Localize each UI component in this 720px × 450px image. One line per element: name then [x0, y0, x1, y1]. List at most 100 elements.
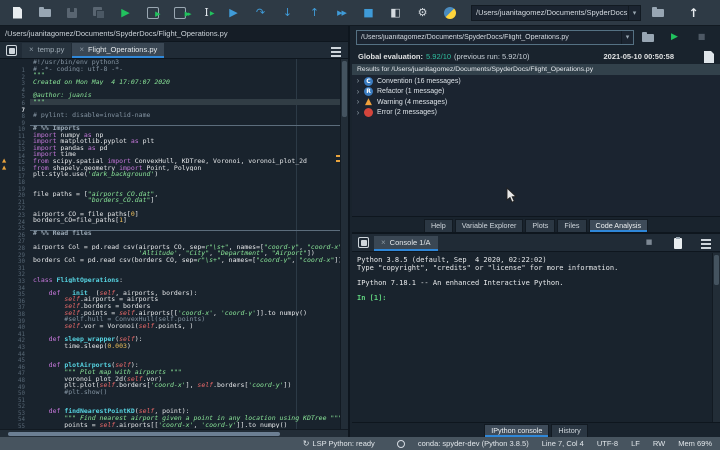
code-line[interactable]: 24 airports_CO = file_paths[0] — [0, 211, 343, 226]
chevron-right-icon[interactable]: › — [352, 97, 364, 107]
stop-analysis-icon[interactable]: ■ — [694, 30, 709, 45]
code-line[interactable]: 56 points = self.airports[['coord-x', 'c… — [0, 422, 343, 429]
scrollbar-thumb[interactable] — [8, 431, 280, 436]
pane-tab-variable-explorer[interactable]: Variable Explorer — [454, 219, 524, 232]
code-line[interactable]: 1 #!/usr/bin/env python3 — [0, 59, 343, 74]
continue-debug-icon[interactable]: ▶▶ — [334, 5, 350, 21]
code-line[interactable]: 41 self.vor = Voronoi(self.points, ) — [0, 323, 343, 338]
code-line[interactable]: 19 — [0, 178, 343, 193]
close-icon[interactable]: × — [29, 45, 34, 54]
code-line[interactable]: 7 """ — [0, 98, 343, 114]
python-path-icon[interactable] — [442, 5, 458, 21]
code-line[interactable]: 20 — [0, 184, 343, 199]
code-line[interactable]: 40 #self.hull = ConvexHull(self.points) — [0, 316, 343, 331]
code-line[interactable]: 3 """ — [0, 72, 343, 87]
eol-status[interactable]: LF — [631, 439, 640, 448]
cursor-position[interactable]: Line 7, Col 4 — [542, 439, 584, 448]
code-line[interactable]: 13 import matplotlib.pyplot as plt — [0, 138, 343, 153]
code-line[interactable]: 21 file_paths = ["airports_CO.dat", — [0, 191, 343, 206]
code-line[interactable]: 2 # -*- coding: utf-8 -*- — [0, 66, 343, 81]
code-line[interactable]: 36 def __init__(self, airports, borders)… — [0, 290, 343, 305]
new-file-icon[interactable] — [10, 5, 26, 21]
code-line[interactable]: 49 voronoi_plot_2d(self.vor) — [0, 376, 343, 391]
pane-tab-history[interactable]: History — [551, 424, 588, 437]
code-line[interactable]: 47 def plotAirports(self): — [0, 362, 343, 377]
report-document-icon[interactable] — [704, 51, 714, 63]
debug-file-icon[interactable]: ▶ — [226, 5, 242, 21]
maximize-pane-icon[interactable]: ◧ — [388, 5, 404, 21]
warning-flag[interactable] — [336, 160, 340, 162]
code-line[interactable]: 39 self.points = self.airports[['coord-x… — [0, 310, 343, 325]
analysis-browse-icon[interactable] — [640, 30, 655, 45]
tree-item-convention[interactable]: › C Convention (16 messages) — [352, 76, 720, 87]
stop-debug-icon[interactable]: ■ — [361, 5, 377, 21]
save-all-icon[interactable] — [91, 5, 107, 21]
working-directory-combo[interactable]: /Users/juanitagomez/Documents/SpyderDocs… — [471, 4, 641, 21]
code-editor[interactable]: 1 #!/usr/bin/env python3 2 # -*- coding: ut… — [0, 59, 348, 429]
run-selection-icon[interactable] — [199, 5, 215, 22]
open-file-icon[interactable] — [37, 5, 53, 21]
pane-tab-plots[interactable]: Plots — [525, 219, 556, 232]
chevron-down-icon[interactable]: ▾ — [628, 5, 640, 20]
browse-tabs-icon[interactable] — [4, 43, 18, 57]
code-line[interactable]: 8 — [0, 105, 343, 120]
run-file-icon[interactable]: ▶ — [118, 5, 134, 21]
lsp-status[interactable]: ↻ LSP Python: ready — [303, 439, 375, 448]
code-line[interactable]: 54 def findNearestPointKD(self, point): — [0, 408, 343, 423]
interpreter-status[interactable]: conda: spyder-dev (Python 3.8.5) — [388, 436, 529, 450]
editor-vertical-scrollbar[interactable] — [340, 59, 348, 429]
code-line[interactable]: 29 airports_Col = pd.read_csv(airports_CO… — [0, 244, 343, 259]
code-line[interactable]: 15 import time — [0, 151, 343, 166]
code-line[interactable]: 46 — [0, 356, 343, 371]
code-line[interactable]: 9 # pylint: disable=invalid-name — [0, 112, 343, 127]
run-cell-icon[interactable] — [145, 5, 161, 22]
code-line[interactable]: 28 — [0, 237, 343, 252]
code-line[interactable]: 48 """ Plot map with airports """ — [0, 369, 343, 384]
chevron-down-icon[interactable]: ▾ — [621, 30, 633, 44]
code-line[interactable]: 45 — [0, 349, 343, 364]
code-line[interactable]: 10 — [0, 118, 343, 133]
encoding[interactable]: UTF-8 — [597, 439, 618, 448]
console-scrollbar[interactable] — [712, 253, 720, 422]
tree-item-warning[interactable]: › ▲ Warning (4 messages) — [352, 97, 720, 108]
code-line[interactable]: 27 # %% Read files — [0, 230, 343, 245]
readwrite-status[interactable]: RW — [653, 439, 665, 448]
code-line[interactable]: 25 borders_CO=file_paths[1] — [0, 217, 343, 232]
chevron-right-icon[interactable]: › — [352, 87, 364, 97]
console-output[interactable]: Python 3.8.5 (default, Sep 4 2020, 02:22… — [352, 253, 713, 422]
scrollbar-thumb[interactable] — [342, 61, 347, 117]
code-line[interactable]: 18 plt.style.use('dark_background') — [0, 171, 343, 186]
tree-item-error[interactable]: › Error (2 messages) — [352, 108, 720, 119]
browse-workdir-icon[interactable] — [650, 5, 666, 21]
code-line[interactable]: 34 class FlightOperations: — [0, 277, 343, 292]
inspect-object-icon[interactable] — [670, 235, 684, 249]
code-line[interactable]: 23 — [0, 204, 343, 219]
console-options-menu-icon[interactable] — [698, 235, 712, 249]
code-line[interactable]: 30 'Altitude', "City", "Department", "Ai… — [0, 250, 343, 265]
step-out-icon[interactable]: ↑ — [307, 5, 323, 21]
code-line[interactable]: 11 # %% Imports — [0, 125, 343, 140]
code-line[interactable]: 35 — [0, 283, 343, 298]
analysis-file-combo[interactable]: /Users/juanitagomez/Documents/SpyderDocs… — [356, 29, 634, 45]
close-icon[interactable]: × — [381, 238, 386, 247]
code-line[interactable]: 5 — [0, 85, 343, 100]
warning-flag[interactable] — [336, 155, 340, 157]
code-line[interactable]: 37 self.airports = airports — [0, 296, 343, 311]
run-cell-advance-icon[interactable] — [172, 5, 190, 22]
code-line[interactable]: 43 def sleep_wrapper(self): — [0, 336, 343, 351]
tree-item-refactor[interactable]: › R Refactor (1 message) — [352, 87, 720, 98]
editor-options-menu-icon[interactable] — [328, 43, 342, 57]
code-line[interactable]: ▲ 17 from shapely.geometry import Point, P… — [0, 165, 343, 180]
code-line[interactable]: 12 import numpy as np — [0, 132, 343, 147]
editor-horizontal-scrollbar[interactable] — [0, 429, 348, 437]
code-line[interactable]: ▲ 16 from scipy.spatial import ConvexHull,… — [0, 158, 343, 173]
close-icon[interactable]: × — [79, 45, 84, 54]
code-line[interactable]: 6 @author: juanis — [0, 92, 343, 107]
tab-flight-operations-py[interactable]: × Flight_Operations.py — [72, 43, 165, 58]
preferences-wrench-icon[interactable]: ⚙ — [415, 5, 431, 21]
code-line[interactable]: 31 borders_Col = pd.read_csv(borders_CO, … — [0, 257, 343, 272]
run-analysis-icon[interactable]: ▶ — [667, 30, 682, 45]
code-line[interactable]: 53 — [0, 402, 343, 417]
code-line[interactable]: 51 #plt.show() — [0, 389, 343, 404]
pane-tab-files[interactable]: Files — [557, 219, 587, 232]
